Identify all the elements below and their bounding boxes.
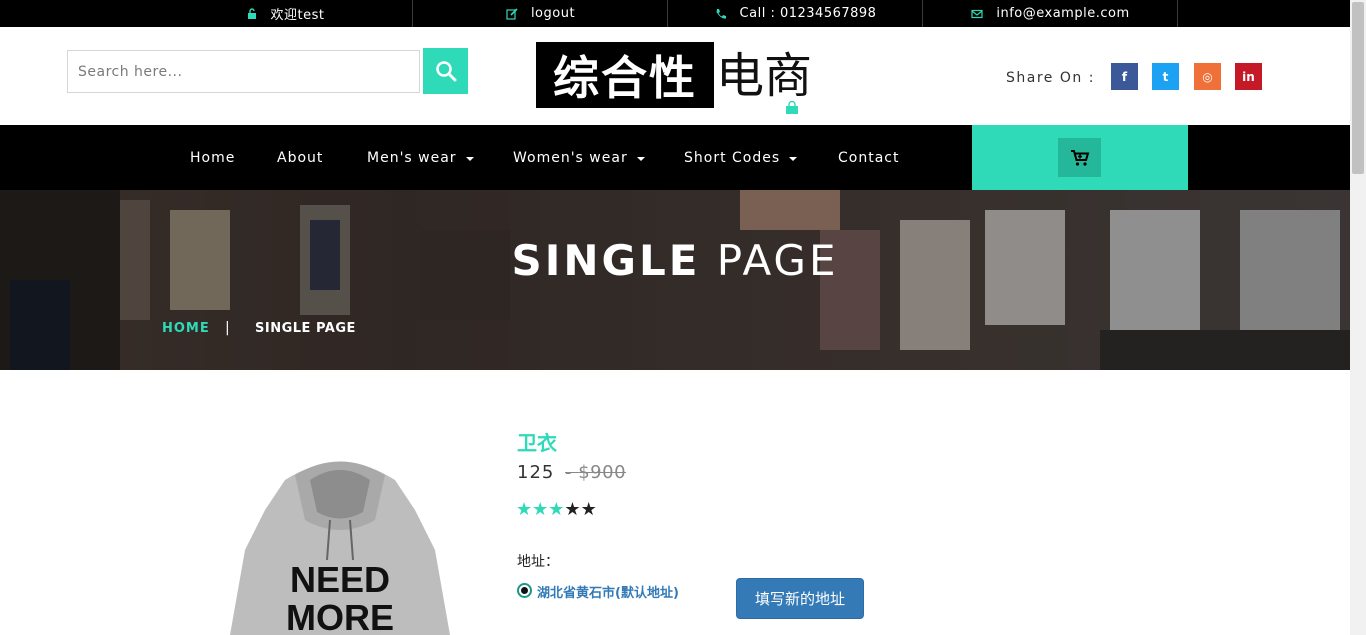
nav-mens-wear-label: Men's wear	[367, 149, 457, 166]
star-icon: ★	[532, 499, 549, 520]
facebook-icon: f	[1121, 69, 1128, 84]
address-label: 地址：	[517, 554, 559, 570]
nav-contact[interactable]: Contact	[838, 125, 899, 190]
twitter-button[interactable]: t	[1152, 63, 1179, 90]
edit-icon	[505, 7, 519, 21]
instagram-icon: ◎	[1202, 69, 1213, 84]
product-image[interactable]: NEED MORE	[225, 450, 455, 635]
email-text[interactable]: info@example.com	[996, 6, 1129, 21]
shopping-bag-icon	[786, 101, 798, 114]
nav-about[interactable]: About	[277, 125, 323, 190]
breadcrumb-separator: |	[225, 320, 230, 336]
page-title: SINGLE PAGE	[0, 236, 1350, 285]
nav-about-label: About	[277, 149, 324, 166]
default-address[interactable]: 湖北省黄石市(默认地址)	[537, 582, 679, 601]
hoodie-print-line1: NEED	[290, 559, 390, 600]
email-link[interactable]: info@example.com	[923, 0, 1178, 27]
nav-home[interactable]: Home	[190, 125, 235, 190]
cart-icon	[1070, 149, 1089, 166]
page-title-bold: SINGLE	[511, 236, 701, 285]
address-radio[interactable]	[517, 583, 532, 598]
twitter-icon: t	[1162, 69, 1169, 84]
star-icon: ★	[580, 499, 597, 520]
new-address-button[interactable]: 填写新的地址	[736, 578, 864, 619]
nav-short-codes-label: Short Codes	[684, 149, 781, 166]
scrollbar-thumb[interactable]	[1352, 2, 1364, 174]
nav-mens-wear[interactable]: Men's wear	[367, 125, 474, 190]
cart-button[interactable]	[1058, 138, 1101, 177]
unlock-icon	[245, 7, 259, 21]
nav-womens-wear[interactable]: Women's wear	[513, 125, 645, 190]
product-price: 125	[517, 462, 555, 483]
star-icon: ★	[548, 499, 565, 520]
linkedin-icon: in	[1242, 69, 1255, 84]
page-scrollbar[interactable]	[1350, 0, 1366, 635]
logout-text[interactable]: logout	[531, 6, 575, 21]
search-input[interactable]	[67, 50, 420, 93]
facebook-button[interactable]: f	[1111, 63, 1138, 90]
nav-home-label: Home	[190, 149, 236, 166]
star-icon: ★	[564, 499, 581, 520]
hoodie-print-line2: MORE	[286, 597, 394, 635]
logo-primary-text: 综合性	[553, 51, 697, 105]
welcome-text: 欢迎test	[270, 8, 325, 23]
search-button[interactable]	[423, 48, 468, 94]
search-icon	[435, 61, 456, 82]
nav-contact-label: Contact	[838, 149, 900, 166]
call-text: Call : 01234567898	[739, 6, 877, 21]
page-title-light: PAGE	[716, 236, 839, 285]
envelope-icon	[970, 7, 984, 21]
product-rating: ★ ★ ★ ★ ★	[516, 500, 597, 520]
call-item: Call : 01234567898	[668, 0, 923, 27]
caret-down-icon	[789, 156, 798, 161]
share-label: Share On :	[1006, 70, 1095, 86]
logo-primary[interactable]: 综合性	[536, 42, 714, 108]
nav-short-codes[interactable]: Short Codes	[684, 125, 798, 190]
nav-womens-wear-label: Women's wear	[513, 149, 628, 166]
product-old-price: - $900	[565, 462, 627, 483]
phone-icon	[714, 7, 728, 21]
linkedin-button[interactable]: in	[1235, 63, 1262, 90]
product-title: 卫衣	[517, 431, 557, 455]
star-icon: ★	[516, 499, 533, 520]
breadcrumb-home[interactable]: HOME	[162, 321, 210, 336]
breadcrumb-current: SINGLE PAGE	[255, 321, 356, 336]
instagram-button[interactable]: ◎	[1194, 63, 1221, 90]
welcome-item: 欢迎test	[157, 0, 413, 27]
caret-down-icon	[636, 156, 645, 161]
logout-link[interactable]: logout	[413, 0, 668, 27]
hoodie-image: NEED MORE	[230, 461, 450, 635]
product-old-price-value: $900	[578, 462, 627, 483]
logo-secondary[interactable]: 电商	[716, 44, 812, 108]
top-bar: 欢迎test logout Call : 01234567898 info@ex…	[0, 0, 1366, 27]
caret-down-icon	[465, 156, 474, 161]
